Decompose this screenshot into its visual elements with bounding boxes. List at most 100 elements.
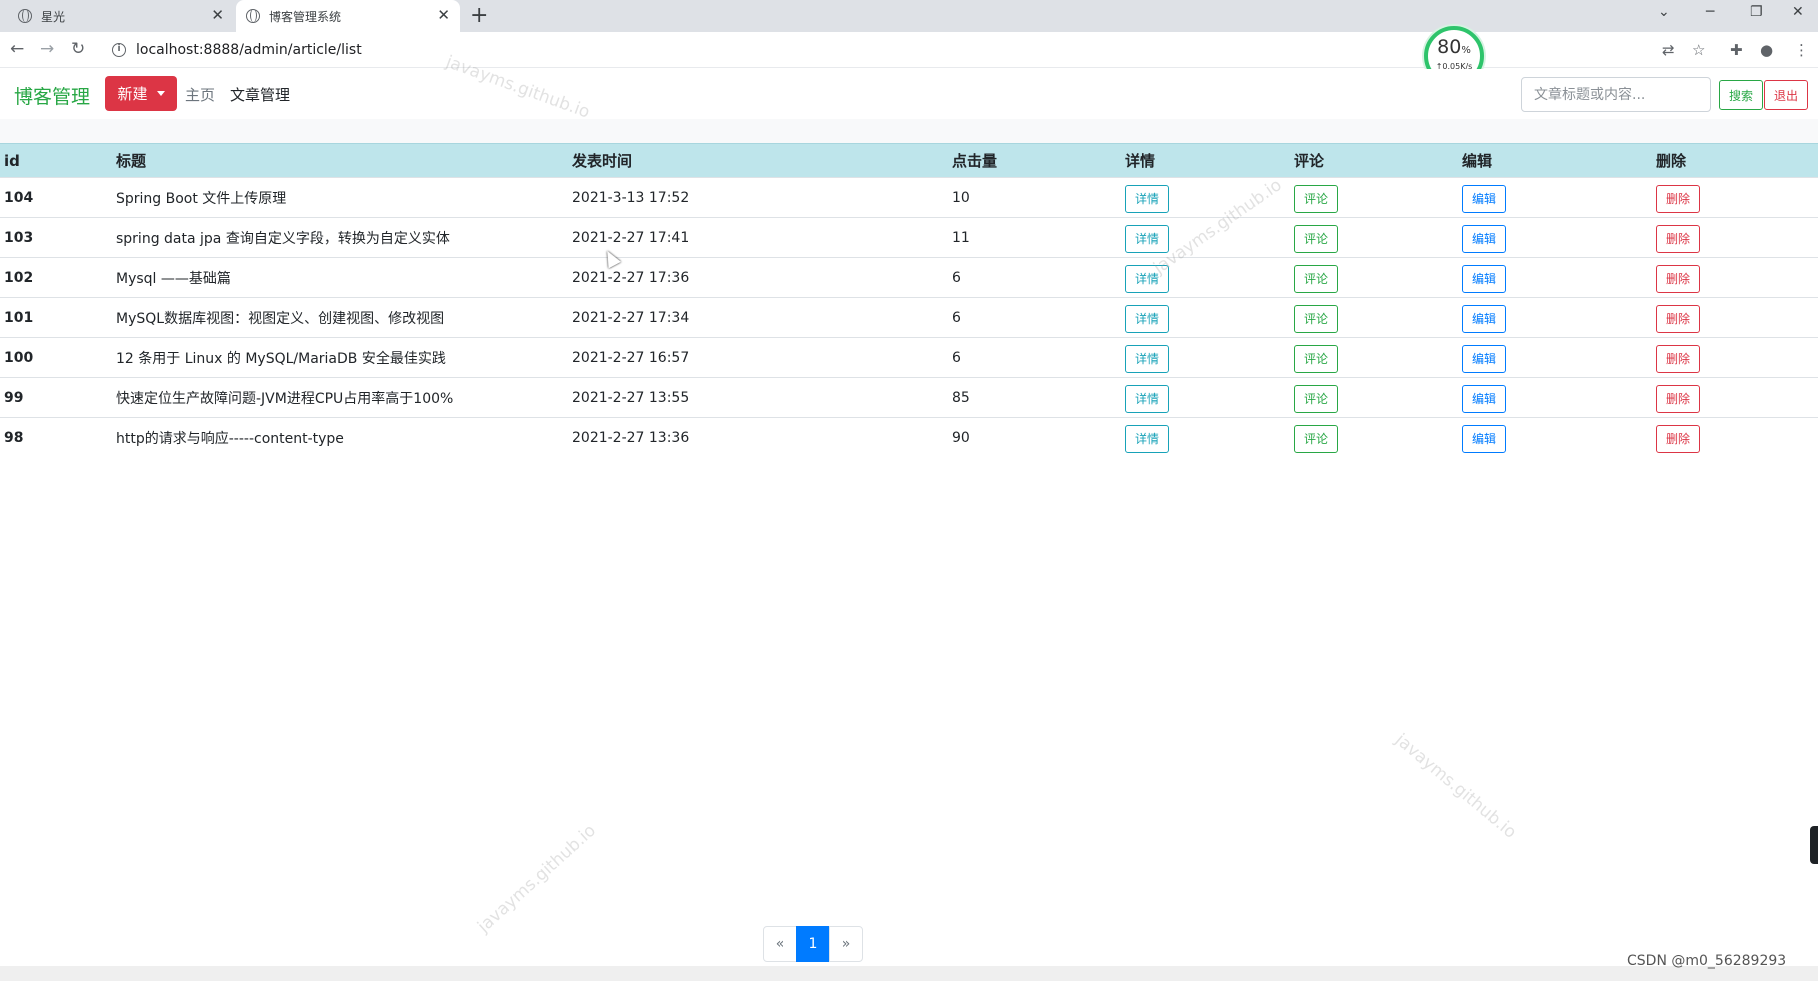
edit-button[interactable]: 编辑 xyxy=(1462,225,1506,253)
delete-button[interactable]: 删除 xyxy=(1656,385,1700,413)
back-icon[interactable]: ← xyxy=(10,39,24,59)
delete-button[interactable]: 删除 xyxy=(1656,225,1700,253)
detail-button-cell: 详情 xyxy=(1121,337,1290,378)
more-menu-icon[interactable]: ⋮ xyxy=(1794,41,1809,59)
col-header-delete: 删除 xyxy=(1652,143,1818,178)
comment-button[interactable]: 评论 xyxy=(1294,225,1338,253)
info-icon[interactable]: i xyxy=(112,43,126,57)
nav-articles-link[interactable]: 文章管理 xyxy=(230,84,290,105)
restore-icon[interactable]: ❐ xyxy=(1750,4,1763,20)
search-input[interactable] xyxy=(1521,77,1711,112)
detail-button-cell: 详情 xyxy=(1121,297,1290,338)
col-header-edit: 编辑 xyxy=(1458,143,1652,178)
edit-button-cell: 编辑 xyxy=(1458,377,1652,418)
watermark-text: javayms.github.io xyxy=(1391,730,1521,843)
edit-button[interactable]: 编辑 xyxy=(1462,385,1506,413)
delete-button[interactable]: 删除 xyxy=(1656,305,1700,333)
col-header-clicks: 点击量 xyxy=(948,143,1121,178)
close-window-icon[interactable]: ✕ xyxy=(1792,4,1804,20)
detail-button[interactable]: 详情 xyxy=(1125,185,1169,213)
comment-button-cell: 评论 xyxy=(1290,177,1458,218)
edit-button[interactable]: 编辑 xyxy=(1462,305,1506,333)
article-click-count: 90 xyxy=(948,417,1121,458)
pagination: « 1 » xyxy=(763,926,863,962)
comment-button[interactable]: 评论 xyxy=(1294,345,1338,373)
profile-icon[interactable]: ● xyxy=(1760,41,1773,59)
detail-button[interactable]: 详情 xyxy=(1125,305,1169,333)
detail-button-cell: 详情 xyxy=(1121,257,1290,298)
detail-button[interactable]: 详情 xyxy=(1125,425,1169,454)
table-row: 103 spring data jpa 查询自定义字段，转换为自定义实体 2021-… xyxy=(0,217,1818,258)
comment-button-cell: 评论 xyxy=(1290,377,1458,418)
next-page-button[interactable]: » xyxy=(829,926,863,962)
article-click-count: 85 xyxy=(948,377,1121,418)
comment-button[interactable]: 评论 xyxy=(1294,305,1338,333)
comment-button[interactable]: 评论 xyxy=(1294,425,1338,454)
table-header-row: id 标题 发表时间 点击量 详情 评论 编辑 删除 xyxy=(0,143,1818,178)
address-bar: ← → ↻ i localhost:8888/admin/article/lis… xyxy=(0,32,1818,68)
article-id: 99 xyxy=(0,377,112,418)
browser-tab-2[interactable]: 博客管理系统 ✕ xyxy=(236,0,460,32)
delete-button[interactable]: 删除 xyxy=(1656,185,1700,213)
search-button[interactable]: 搜索 xyxy=(1719,80,1763,110)
url-field[interactable]: i localhost:8888/admin/article/list xyxy=(104,36,1634,64)
article-id: 102 xyxy=(0,257,112,298)
article-title: http的请求与响应-----content-type xyxy=(112,417,568,458)
prev-page-button[interactable]: « xyxy=(763,926,797,962)
article-click-count: 6 xyxy=(948,337,1121,378)
article-publish-time: 2021-2-27 17:36 xyxy=(568,257,948,298)
nav-home-link[interactable]: 主页 xyxy=(185,84,215,105)
article-publish-time: 2021-2-27 16:57 xyxy=(568,337,948,378)
bottom-bar xyxy=(0,966,1818,981)
edit-button[interactable]: 编辑 xyxy=(1462,345,1506,373)
browser-tab-1[interactable]: 星光 ✕ xyxy=(8,0,234,32)
article-id: 103 xyxy=(0,217,112,258)
article-title: spring data jpa 查询自定义字段，转换为自定义实体 xyxy=(112,217,568,258)
translate-icon[interactable]: ⇄ xyxy=(1662,41,1675,59)
close-tab-icon[interactable]: ✕ xyxy=(437,6,450,24)
edit-button[interactable]: 编辑 xyxy=(1462,265,1506,293)
logout-button[interactable]: 退出 xyxy=(1764,80,1808,110)
comment-button[interactable]: 评论 xyxy=(1294,265,1338,293)
delete-button-cell: 删除 xyxy=(1652,217,1818,258)
delete-button-cell: 删除 xyxy=(1652,257,1818,298)
col-header-detail: 详情 xyxy=(1121,143,1290,178)
scrollbar-thumb[interactable] xyxy=(1810,826,1818,864)
new-tab-icon[interactable]: + xyxy=(470,3,488,28)
comment-button[interactable]: 评论 xyxy=(1294,185,1338,213)
globe-icon xyxy=(246,9,260,23)
article-id: 98 xyxy=(0,417,112,458)
browser-tab-title: 博客管理系统 xyxy=(269,9,342,24)
reload-icon[interactable]: ↻ xyxy=(71,39,85,59)
edit-button[interactable]: 编辑 xyxy=(1462,425,1506,454)
article-click-count: 6 xyxy=(948,257,1121,298)
comment-button[interactable]: 评论 xyxy=(1294,385,1338,413)
edit-button-cell: 编辑 xyxy=(1458,417,1652,458)
close-tab-icon[interactable]: ✕ xyxy=(211,6,224,24)
detail-button[interactable]: 详情 xyxy=(1125,385,1169,413)
detail-button-cell: 详情 xyxy=(1121,377,1290,418)
detail-button[interactable]: 详情 xyxy=(1125,345,1169,373)
detail-button[interactable]: 详情 xyxy=(1125,265,1169,293)
table-row: 104 Spring Boot 文件上传原理 2021-3-13 17:52 10 详情… xyxy=(0,177,1818,218)
delete-button[interactable]: 删除 xyxy=(1656,425,1700,454)
detail-button-cell: 详情 xyxy=(1121,417,1290,458)
page-1-button[interactable]: 1 xyxy=(796,926,830,962)
delete-button-cell: 删除 xyxy=(1652,377,1818,418)
forward-icon[interactable]: → xyxy=(40,39,54,59)
brand-title[interactable]: 博客管理 xyxy=(14,82,90,109)
table-row: 102 Mysql ——基础篇 2021-2-27 17:36 6 详情 评论 编辑 删除 xyxy=(0,257,1818,298)
tab-search-icon[interactable]: ⌄ xyxy=(1658,4,1670,20)
detail-button[interactable]: 详情 xyxy=(1125,225,1169,253)
minimize-icon[interactable]: ─ xyxy=(1706,4,1714,20)
delete-button-cell: 删除 xyxy=(1652,297,1818,338)
delete-button[interactable]: 删除 xyxy=(1656,345,1700,373)
article-id: 100 xyxy=(0,337,112,378)
extensions-icon[interactable]: ✚ xyxy=(1730,41,1743,59)
delete-button[interactable]: 删除 xyxy=(1656,265,1700,293)
edit-button[interactable]: 编辑 xyxy=(1462,185,1506,213)
bookmark-star-icon[interactable]: ☆ xyxy=(1692,41,1705,59)
article-title: Spring Boot 文件上传原理 xyxy=(112,177,568,218)
new-dropdown-button[interactable]: 新建 xyxy=(105,76,177,111)
article-publish-time: 2021-2-27 13:55 xyxy=(568,377,948,418)
